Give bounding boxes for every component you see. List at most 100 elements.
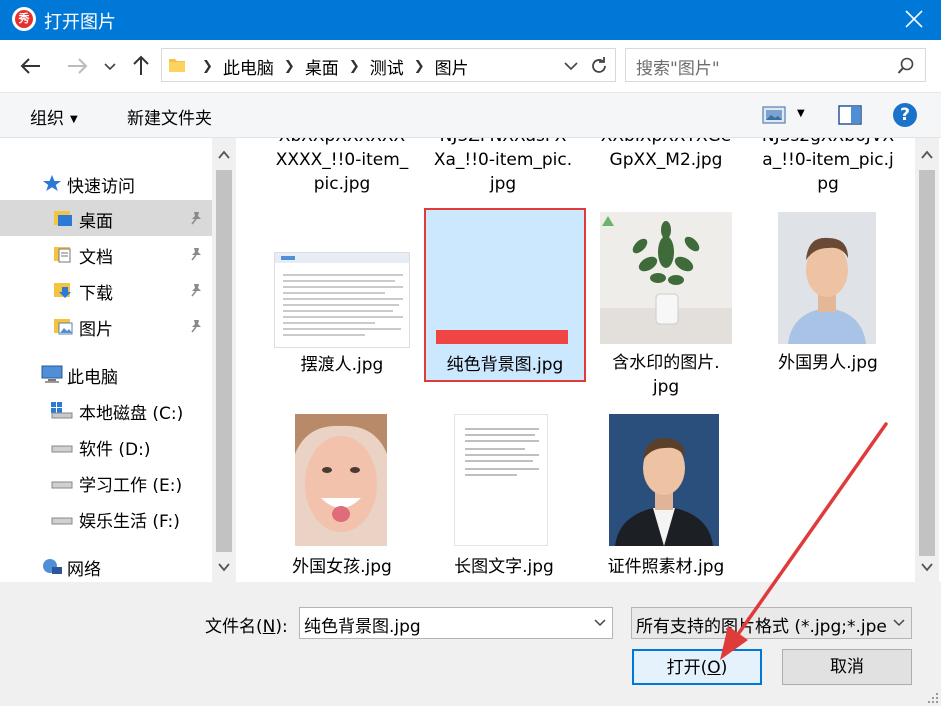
file-item[interactable]: 含水印的图片. jpg	[586, 208, 746, 408]
back-arrow-icon[interactable]	[18, 53, 44, 79]
view-options-caret-icon[interactable]: ▼	[797, 108, 805, 119]
file-name: GpXX_M2.jpg	[609, 150, 723, 170]
drive-icon	[51, 481, 73, 489]
file-type-select[interactable]: 所有支持的图片格式 (*.jpg;*.jpe	[631, 607, 912, 639]
up-arrow-icon[interactable]	[128, 53, 154, 79]
id-photo-image	[609, 414, 719, 546]
nav-item-network[interactable]: 网络	[0, 548, 212, 582]
breadcrumb-separator-icon[interactable]: ❯	[349, 59, 360, 74]
nav-item-documents[interactable]: 文档	[0, 236, 212, 272]
address-bar[interactable]: ❯ 此电脑 ❯ 桌面 ❯ 测试 ❯ 图片	[161, 48, 616, 82]
chevron-down-icon[interactable]	[562, 57, 580, 75]
file-item[interactable]: XXbIXpXXYXGe GpXX_M2.jpg	[586, 138, 746, 204]
nav-item-drive-e[interactable]: 学习工作 (E:)	[0, 464, 212, 500]
recent-locations-chevron-icon[interactable]	[100, 53, 120, 79]
file-name: XXbIXpXXYXGe	[586, 138, 746, 148]
drive-icon	[51, 517, 73, 525]
file-item[interactable]: 外国女孩.jpg	[262, 410, 422, 580]
downloads-folder-icon	[54, 283, 71, 298]
document-screenshot-image	[275, 253, 409, 336]
view-options-icon[interactable]	[762, 105, 786, 125]
file-item[interactable]: 外国男人.jpg	[748, 208, 908, 380]
refresh-icon[interactable]	[588, 55, 610, 77]
desktop-folder-icon	[54, 211, 72, 226]
file-type-value: 所有支持的图片格式 (*.jpg;*.jpe	[636, 617, 886, 637]
cancel-button[interactable]: 取消	[782, 649, 912, 685]
chevron-down-icon[interactable]	[594, 618, 606, 628]
open-button[interactable]: 打开(O)	[632, 649, 762, 685]
file-name: 证件照素材.jpg	[607, 557, 725, 577]
help-icon[interactable]: ?	[893, 103, 917, 127]
resize-grip-icon[interactable]	[927, 692, 939, 704]
new-folder-button[interactable]: 新建文件夹	[127, 104, 212, 129]
nav-item-drive-c[interactable]: 本地磁盘 (C:)	[0, 392, 212, 428]
scroll-up-icon[interactable]	[919, 148, 935, 162]
nav-item-label: 本地磁盘 (C:)	[79, 404, 184, 424]
caret-down-icon: ▼	[70, 113, 78, 125]
breadcrumb-separator-icon[interactable]: ❯	[414, 59, 425, 74]
file-item[interactable]: 长图文字.jpg	[424, 410, 584, 580]
scroll-up-icon[interactable]	[216, 148, 232, 162]
nav-item-desktop[interactable]: 桌面	[0, 200, 212, 236]
dialog-footer: 文件名(N): 纯色背景图.jpg 所有支持的图片格式 (*.jpg;*.jpe…	[0, 582, 941, 706]
pin-icon[interactable]	[188, 246, 204, 262]
title-bar: 秀 打开图片	[0, 0, 941, 40]
filename-input[interactable]: 纯色背景图.jpg	[299, 607, 613, 639]
file-list-scrollbar[interactable]	[915, 138, 939, 582]
man-portrait-thumbnail	[778, 212, 876, 344]
scrollbar-thumb[interactable]	[216, 170, 232, 552]
breadcrumb-item[interactable]: 测试	[370, 54, 404, 79]
navigation-bar: ❯ 此电脑 ❯ 桌面 ❯ 测试 ❯ 图片 搜索"图片"	[0, 40, 941, 92]
folder-icon	[169, 59, 185, 72]
girl-photo-image	[295, 414, 387, 546]
file-item[interactable]: 证件照素材.jpg	[586, 410, 746, 580]
window-title: 打开图片	[44, 12, 116, 33]
filename-value: 纯色背景图.jpg	[304, 617, 421, 637]
file-name: 摆渡人.jpg	[300, 355, 384, 375]
scroll-down-icon[interactable]	[216, 560, 232, 574]
nav-item-downloads[interactable]: 下载	[0, 272, 212, 308]
navigation-scrollbar[interactable]	[212, 138, 236, 582]
file-list: XbXXpXXXXXX XXXX_!!0-item_ pic.jpg NJ3ZF…	[236, 138, 915, 582]
breadcrumb-item[interactable]: 图片	[435, 54, 469, 79]
pin-icon[interactable]	[188, 210, 204, 226]
file-name: jpg	[652, 377, 680, 397]
scroll-down-icon[interactable]	[919, 560, 935, 574]
nav-item-label: 图片	[79, 320, 113, 340]
pin-icon[interactable]	[188, 282, 204, 298]
nav-item-drive-f[interactable]: 娱乐生活 (F:)	[0, 500, 212, 536]
file-name: 外国女孩.jpg	[292, 557, 392, 577]
breadcrumb-item[interactable]: 桌面	[305, 54, 339, 79]
file-item[interactable]: XbXXpXXXXXX XXXX_!!0-item_ pic.jpg	[262, 138, 422, 204]
windows-drive-icon	[51, 402, 73, 419]
pin-icon[interactable]	[188, 318, 204, 334]
breadcrumb-item[interactable]: 此电脑	[223, 54, 274, 79]
chevron-down-icon[interactable]	[893, 618, 905, 628]
file-item[interactable]: NJ3ZFNXXasFX Xa_!!0-item_pic. jpg	[423, 138, 583, 204]
file-item-selected[interactable]: 纯色背景图.jpg	[424, 208, 586, 382]
breadcrumb-separator-icon[interactable]: ❯	[284, 59, 295, 74]
nav-item-pictures[interactable]: 图片	[0, 308, 212, 344]
nav-item-label: 快速访问	[67, 177, 135, 197]
pictures-folder-icon	[54, 319, 73, 335]
file-name: jpg	[489, 174, 517, 194]
nav-item-this-pc[interactable]: 此电脑	[0, 356, 212, 392]
file-name: NJ3ZFNXXasFX	[423, 138, 583, 148]
close-icon[interactable]	[901, 6, 927, 32]
annotation-red-bar	[436, 330, 568, 344]
forward-arrow-icon[interactable]	[64, 53, 90, 79]
preview-pane-icon[interactable]	[838, 104, 862, 126]
breadcrumb: ❯ 此电脑 ❯ 桌面 ❯ 测试 ❯ 图片	[192, 54, 469, 79]
organize-menu-button[interactable]: 组织 ▼	[30, 104, 78, 129]
search-icon[interactable]	[897, 57, 915, 75]
nav-item-drive-d[interactable]: 软件 (D:)	[0, 428, 212, 464]
nav-item-quick-access[interactable]: 快速访问	[0, 165, 212, 201]
nav-item-label: 学习工作 (E:)	[79, 476, 183, 496]
file-name: Xa_!!0-item_pic.	[433, 150, 573, 170]
file-item[interactable]: NJ3s2gXXb6JVX a_!!0-item_pic.j pg	[748, 138, 908, 204]
file-item[interactable]: 摆渡人.jpg	[262, 208, 422, 380]
search-input[interactable]: 搜索"图片"	[625, 48, 926, 82]
scrollbar-thumb[interactable]	[919, 170, 935, 556]
file-name: 含水印的图片.	[612, 353, 720, 373]
nav-item-label: 此电脑	[67, 368, 118, 388]
